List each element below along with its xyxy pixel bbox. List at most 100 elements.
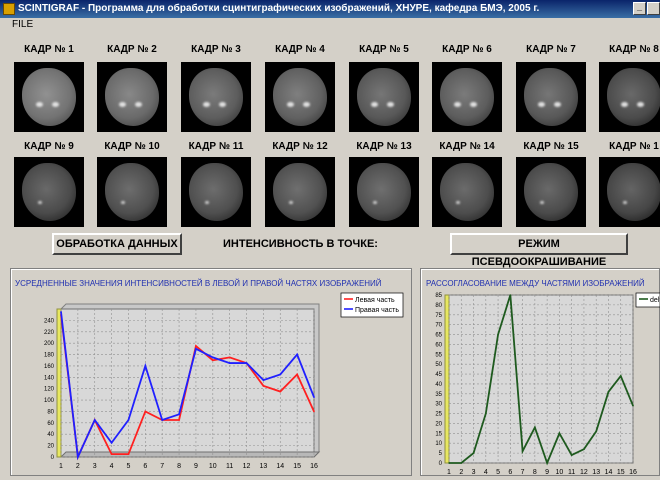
frame-image[interactable] [97,157,167,227]
frame-image[interactable] [516,157,586,227]
chart-y-tick-label: 55 [435,352,442,358]
frame-label: КАДР № 4 [275,44,325,55]
chart-point [546,462,548,464]
chart-point [296,373,298,376]
chart-point [161,419,163,421]
chart-y-tick-label: 220 [44,330,55,336]
chart-x-tick-label: 12 [580,469,588,476]
frame-image[interactable] [14,157,84,227]
chart-x-tick-label: 6 [508,469,512,476]
chart-y-tick-label: 65 [435,333,442,339]
mismatch-chart: 05101520253035404550556065707580851 2 3 4 5 6… [435,292,660,476]
frame-image[interactable] [599,157,660,227]
frame-image[interactable] [181,157,251,227]
frame-label: КАДР № 11 [188,141,244,152]
chart-y-tick-label: 5 [439,451,443,457]
chart-y-tick-label: 40 [47,432,54,438]
frame-image[interactable] [432,62,502,132]
chart-x-tick-label: 7 [160,463,164,470]
chart-x-tick-label: 13 [260,463,268,470]
chart-x-tick-label: 9 [545,469,549,476]
chart-x-tick-label: 10 [556,469,564,476]
chart-x-tick-label: 3 [93,463,97,470]
chart-x-tick-label: 3 [472,469,476,476]
frame-image[interactable] [349,62,419,132]
chart-y-tick-label: 0 [51,455,55,461]
chart-point [262,379,265,381]
chart-y-tick-label: 80 [47,409,54,415]
chart-x-tick-label: 7 [521,469,525,476]
chart-y-tick-label: 160 [44,364,55,370]
process-data-button[interactable]: ОБРАБОТКА ДАННЫХ [52,233,182,255]
chart-y-tick-label: 0 [439,461,443,467]
chart-point [212,356,214,359]
chart-point [485,412,487,415]
chart-x-tick-label: 12 [243,463,251,470]
frame-image[interactable] [516,62,586,132]
chart-y-tick-label: 60 [435,342,442,348]
chart-y-tick-label: 35 [435,392,442,398]
chart-point [448,462,450,464]
chart-point [583,448,585,450]
frame-label: КАДР № 10 [104,141,160,152]
chart-x-tick-label: 14 [276,463,284,470]
chart-point [262,385,265,387]
chart-y-tick-label: 140 [44,375,55,381]
chart-y-tick-label: 30 [435,402,442,408]
chart-point [313,396,315,399]
frame-label: КАДР № 6 [442,44,492,55]
chart-point [110,453,113,455]
window-title: SCINTIGRAF - Программа для обработки сци… [18,3,540,14]
chart-legend-label: delta [650,297,660,304]
intensity-label: ИНТЕНСИВНОСТЬ В ТОЧКЕ: [223,238,378,250]
frame-image[interactable] [432,157,502,227]
menu-file[interactable]: FILE [12,19,33,30]
chart-point [228,356,231,359]
frame-image[interactable] [181,62,251,132]
frame-label: КАДР № 3 [191,44,241,55]
chart-x-tick-label: 16 [310,463,318,470]
chart-point [279,373,282,376]
frame-image[interactable] [97,62,167,132]
frame-image[interactable] [265,62,335,132]
chart-x-tick-label: 14 [605,469,613,476]
frame-image[interactable] [14,62,84,132]
chart-point [110,441,113,444]
chart-x-tick-label: 10 [209,463,217,470]
chart-point [619,375,622,377]
minimize-button[interactable]: _ [633,2,646,15]
frame-label: КАДР № 14 [439,141,495,152]
frame-label: КАДР № 9 [24,141,74,152]
maximize-button[interactable] [647,2,660,15]
chart-y-tick-label: 120 [44,387,55,393]
chart-x-tick-label: 5 [127,463,131,470]
chart-point [497,333,499,336]
frame-label: КАДР № 1 [609,141,659,152]
chart-x-tick-label: 8 [177,463,181,470]
chart-y-tick-label: 40 [435,382,442,388]
frame-label: КАДР № 2 [107,44,157,55]
chart-y-tick-label: 85 [435,293,442,299]
chart-point [144,410,147,413]
chart-x-tick-label: 4 [484,469,488,476]
chart-legend: delta [635,292,660,308]
chart-x-tick-label: 15 [293,463,301,470]
frame-image[interactable] [599,62,660,132]
chart-x-tick-label: 2 [459,469,463,476]
pseudocolor-mode-button[interactable]: РЕЖИМ ПСЕВДООКРАШИВАНИЕ [450,233,628,268]
chart-y-tick-label: 60 [47,421,54,427]
chart-x-tick-label: 11 [226,463,233,470]
chart-point [60,311,62,313]
chart-point [127,453,130,455]
frame-label: КАДР № 13 [356,141,412,152]
chart-x-tick-label: 1 [447,469,451,476]
chart-legend-label: Правая часть [355,307,399,314]
chart-y-tick-label: 10 [435,441,442,447]
app-icon [3,3,15,15]
chart-point [570,454,573,456]
frame-image[interactable] [265,157,335,227]
chart-point [178,419,180,421]
chart-y-tick-label: 25 [435,412,442,418]
frame-image[interactable] [349,157,419,227]
chart-y-tick-label: 50 [435,362,442,368]
